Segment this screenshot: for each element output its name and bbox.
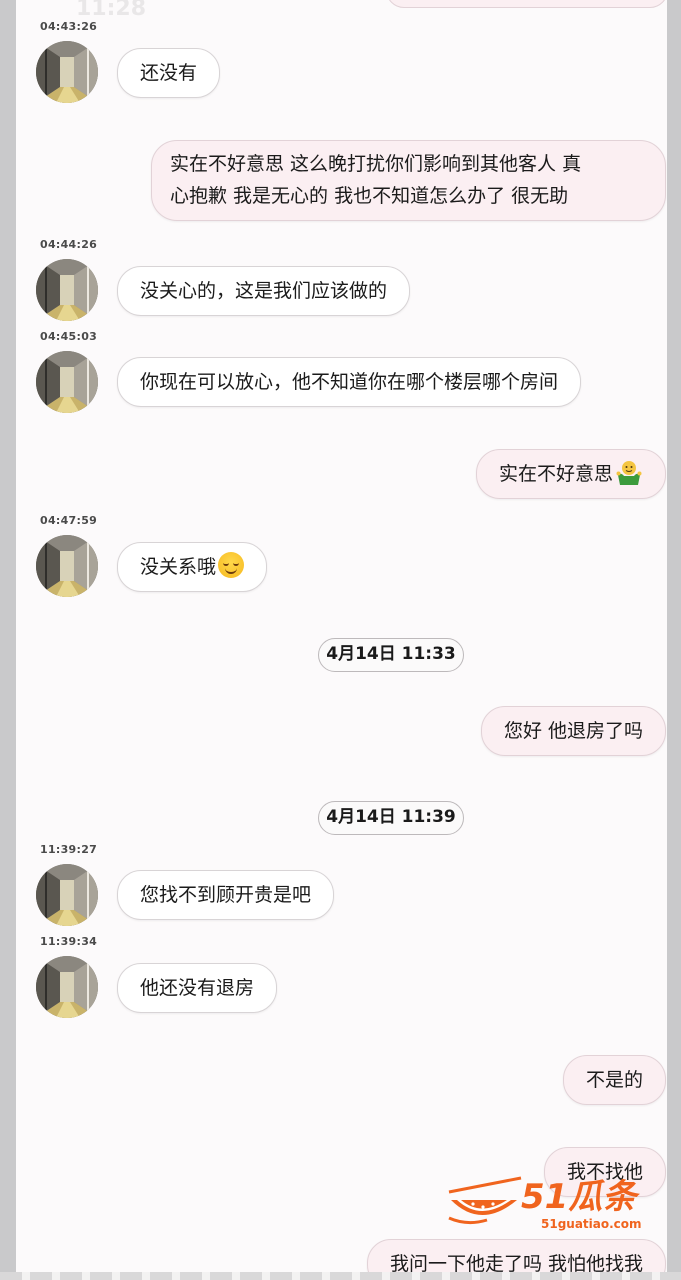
incoming-message-bubble[interactable]: 他还没有退房 (117, 963, 278, 1013)
hallway-photo-icon (36, 259, 98, 321)
message-text: 他还没有退房 (140, 977, 255, 999)
message-text: 你现在可以放心，他不知道你在哪个楼层哪个房间 (140, 371, 559, 393)
hallway-photo-icon (36, 41, 98, 103)
watermark-url: 51guatiao.com (541, 1217, 642, 1231)
message-text-line-2: 心抱歉 我是无心的 我也不知道怎么办了 很无助 (170, 185, 569, 207)
bottom-edge (0, 1272, 681, 1280)
date-divider: 4月14日 11:33 (318, 638, 464, 672)
date-divider: 4月14日 11:39 (318, 801, 464, 835)
incoming-message-bubble[interactable]: 没关系哦 (117, 542, 268, 592)
outgoing-message-bubble[interactable]: 实在不好意思 这么晚打扰你们影响到其他客人 真 心抱歉 我是无心的 我也不知道怎… (151, 140, 666, 221)
incoming-message-bubble[interactable]: 你现在可以放心，他不知道你在哪个楼层哪个房间 (117, 357, 582, 407)
shrugging-person-emoji-icon (616, 461, 642, 485)
hotel-avatar[interactable] (36, 259, 98, 321)
incoming-message-bubble[interactable]: 您找不到顾开贵是吧 (117, 870, 335, 920)
watermark-logo: 51瓜条 51guatiao.com (447, 1170, 657, 1238)
message-text: 实在不好意思 (498, 463, 613, 485)
incoming-message-bubble[interactable]: 还没有 (117, 48, 221, 98)
message-text: 没关心的，这是我们应该做的 (140, 280, 388, 302)
message-text: 您找不到顾开贵是吧 (140, 884, 312, 906)
watermark-brand: 51瓜条 (521, 1177, 640, 1217)
hallway-photo-icon (36, 535, 98, 597)
smiling-face-emoji-icon (218, 552, 245, 578)
status-time: 11:28 (76, 0, 147, 21)
message-timestamp: 04:44:26 (40, 238, 98, 251)
hallway-photo-icon (36, 351, 98, 413)
hotel-avatar[interactable] (36, 956, 98, 1018)
message-text: 不是的 (585, 1069, 643, 1091)
previous-outgoing-bubble[interactable] (386, 0, 667, 8)
outgoing-message-bubble[interactable]: 实在不好意思 (475, 449, 666, 499)
message-text: 还没有 (140, 62, 198, 84)
outgoing-message-bubble[interactable]: 不是的 (562, 1055, 666, 1105)
hotel-avatar[interactable] (36, 351, 98, 413)
message-timestamp: 11:39:34 (40, 935, 98, 948)
message-text: 没关系哦 (140, 556, 217, 578)
hotel-avatar[interactable] (36, 864, 98, 926)
hallway-photo-icon (36, 864, 98, 926)
incoming-message-bubble[interactable]: 没关心的，这是我们应该做的 (117, 266, 411, 316)
outgoing-message-bubble[interactable]: 您好 他退房了吗 (480, 706, 666, 756)
chat-area: 11:28 04:43:26 还没有 实在不好意思 这么晚打扰你们影响到其他客人… (16, 0, 667, 1280)
message-timestamp: 04:47:59 (40, 514, 98, 527)
message-timestamp: 04:45:03 (40, 330, 98, 343)
message-timestamp: 04:43:26 (40, 20, 98, 33)
hotel-avatar[interactable] (36, 41, 98, 103)
hotel-avatar[interactable] (36, 535, 98, 597)
message-text: 您好 他退房了吗 (503, 720, 643, 742)
watermelon-logo-icon: 51瓜条 51guatiao.com (448, 1176, 642, 1231)
hallway-photo-icon (36, 956, 98, 1018)
message-text-line-1: 实在不好意思 这么晚打扰你们影响到其他客人 真 (170, 153, 582, 175)
message-timestamp: 11:39:27 (40, 843, 98, 856)
